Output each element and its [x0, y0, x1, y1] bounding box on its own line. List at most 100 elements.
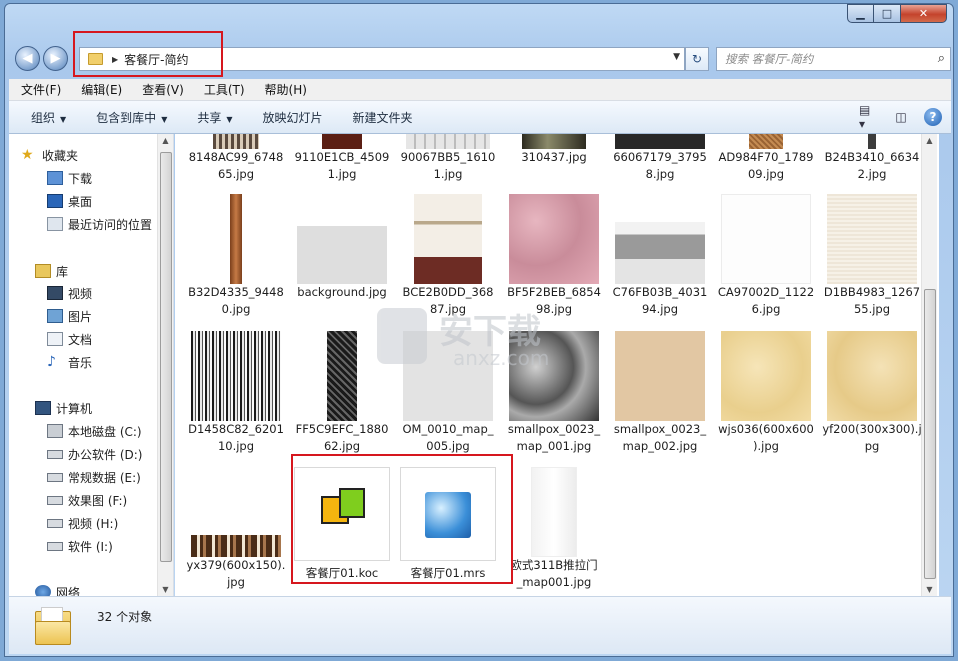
scrollbar-thumb[interactable] — [160, 152, 172, 562]
sidebar-item-documents[interactable]: 文档 — [47, 329, 92, 349]
sidebar-item-drive-d[interactable]: 办公软件 (D:) — [47, 444, 142, 464]
file-item[interactable]: FF5C9EFC_1880 62.jpg — [289, 331, 395, 455]
file-item[interactable]: 客餐厅01.mrs — [395, 467, 501, 582]
file-name: B32D4335_9448 — [188, 285, 284, 299]
file-item[interactable]: 9110E1CB_4509 1.jpg — [289, 134, 395, 183]
menu-help[interactable]: 帮助(H) — [265, 81, 307, 98]
sidebar-item-recent[interactable]: 最近访问的位置 — [47, 214, 152, 234]
file-name: 9110E1CB_4509 — [294, 150, 390, 164]
search-input[interactable]: 搜索 客餐厅-简约 ⌕ — [716, 47, 951, 71]
file-item[interactable]: background.jpg — [289, 194, 395, 301]
file-item[interactable]: yx379(600x150). jpg — [183, 467, 289, 591]
content-scrollbar[interactable]: ▲ ▼ — [921, 134, 937, 596]
file-item[interactable]: BCE2B0DD_368 87.jpg — [395, 194, 501, 318]
scroll-up-icon[interactable]: ▲ — [922, 136, 937, 145]
file-name-ext: jpg — [227, 575, 245, 589]
change-view-icon[interactable]: ▤ ▾ — [859, 103, 879, 131]
maximize-button[interactable]: □ — [874, 4, 901, 23]
scrollbar-thumb[interactable] — [924, 289, 936, 579]
koc-file-icon-accent — [339, 488, 365, 518]
file-item[interactable]: B32D4335_9448 0.jpg — [183, 194, 289, 318]
item-count: 32 个对象 — [97, 610, 153, 624]
file-name-ext: 65.jpg — [217, 167, 255, 181]
file-item[interactable]: B24B3410_6634 2.jpg — [819, 134, 925, 183]
explorer-window: ▁ □ ✕ ◀ ▶ ▶ 客餐厅-简约 ▼ ↻ 搜索 客餐厅-简约 ⌕ 文件(F)… — [4, 3, 954, 657]
help-button[interactable]: ? — [923, 107, 943, 127]
new-folder-button[interactable]: 新建文件夹 — [353, 109, 413, 126]
preview-pane-icon[interactable]: ◫ — [891, 107, 911, 127]
slideshow-button[interactable]: 放映幻灯片 — [263, 109, 323, 126]
menu-file[interactable]: 文件(F) — [21, 81, 61, 98]
pictures-icon — [47, 309, 63, 323]
file-name: 8148AC99_6748 — [188, 150, 284, 164]
sidebar-item-drive-c[interactable]: 本地磁盘 (C:) — [47, 421, 142, 441]
file-item[interactable]: 8148AC99_6748 65.jpg — [183, 134, 289, 183]
back-button[interactable]: ◀ — [15, 46, 40, 71]
breadcrumb-current-folder[interactable]: 客餐厅-简约 — [124, 51, 188, 68]
menu-tools[interactable]: 工具(T) — [204, 81, 245, 98]
sidebar-item-drive-f[interactable]: 效果图 (F:) — [47, 490, 127, 510]
file-item[interactable]: 欧式311B推拉门 _map001.jpg — [501, 467, 607, 591]
chevron-down-icon: ▼ — [226, 114, 233, 124]
sidebar-item-pictures[interactable]: 图片 — [47, 306, 92, 326]
sidebar-item-desktop[interactable]: 桌面 — [47, 191, 92, 211]
scroll-up-icon[interactable]: ▲ — [158, 136, 173, 145]
file-item[interactable]: OM_0010_map_ 005.jpg — [395, 331, 501, 455]
file-item[interactable]: 90067BB5_1610 1.jpg — [395, 134, 501, 183]
sidebar-network[interactable]: 网络 — [35, 582, 80, 596]
file-item[interactable]: smallpox_0023_ map_001.jpg — [501, 331, 607, 455]
drive-icon — [47, 472, 63, 482]
minimize-button[interactable]: ▁ — [847, 4, 874, 23]
close-button[interactable]: ✕ — [901, 4, 947, 23]
forward-button[interactable]: ▶ — [43, 46, 68, 71]
menu-view[interactable]: 查看(V) — [142, 81, 184, 98]
address-bar[interactable]: ▶ 客餐厅-简约 ▼ — [79, 47, 685, 71]
file-item[interactable]: yf200(300x300).j pg — [819, 331, 925, 455]
search-icon[interactable]: ⌕ — [938, 51, 945, 66]
menu-edit[interactable]: 编辑(E) — [81, 81, 122, 98]
file-item[interactable]: 310437.jpg — [501, 134, 607, 166]
scroll-down-icon[interactable]: ▼ — [158, 585, 173, 594]
file-item[interactable]: D1458C82_6201 10.jpg — [183, 331, 289, 455]
file-name: BF5F2BEB_6854 — [507, 285, 601, 299]
file-item[interactable]: AD984F70_1789 09.jpg — [713, 134, 819, 183]
organize-button[interactable]: 组织 ▼ — [31, 109, 66, 126]
file-item[interactable]: 客餐厅01.koc — [289, 467, 395, 582]
refresh-button[interactable]: ↻ — [685, 47, 709, 71]
file-name-ext: 8.jpg — [645, 167, 675, 181]
file-name: background.jpg — [297, 285, 387, 299]
thumbnail — [615, 222, 705, 284]
file-name: yf200(300x300).j — [822, 422, 922, 436]
breadcrumb-separator-icon[interactable]: ▶ — [112, 55, 118, 64]
sidebar-item-videos[interactable]: 视频 — [47, 283, 92, 303]
drive-icon — [47, 518, 63, 528]
include-in-library-button[interactable]: 包含到库中 ▼ — [96, 109, 167, 126]
sidebar-favorites[interactable]: ★ 收藏夹 — [21, 145, 78, 165]
sidebar-computer[interactable]: 计算机 — [35, 398, 92, 418]
share-button[interactable]: 共享 ▼ — [197, 109, 232, 126]
file-item[interactable]: D1BB4983_1267 55.jpg — [819, 194, 925, 318]
sidebar-item-downloads[interactable]: 下载 — [47, 168, 92, 188]
sidebar-item-drive-h[interactable]: 视频 (H:) — [47, 513, 118, 533]
file-item[interactable]: BF5F2BEB_6854 98.jpg — [501, 194, 607, 318]
scroll-down-icon[interactable]: ▼ — [922, 585, 937, 594]
menu-bar: 文件(F) 编辑(E) 查看(V) 工具(T) 帮助(H) — [9, 79, 951, 101]
sidebar-item-drive-i[interactable]: 软件 (I:) — [47, 536, 113, 556]
file-name: smallpox_0023_ — [507, 422, 601, 436]
file-item[interactable]: smallpox_0023_ map_002.jpg — [607, 331, 713, 455]
sidebar-item-music[interactable]: ♪ 音乐 — [47, 352, 92, 372]
file-item[interactable]: CA97002D_1122 6.jpg — [713, 194, 819, 318]
file-name: B24B3410_6634 — [824, 150, 920, 164]
navigation-scrollbar[interactable]: ▲ ▼ — [157, 134, 173, 596]
sidebar-libraries[interactable]: 库 — [35, 261, 68, 281]
file-item[interactable]: C76FB03B_4031 94.jpg — [607, 194, 713, 318]
file-name-ext: 1.jpg — [327, 167, 357, 181]
desktop-icon — [47, 194, 63, 208]
sidebar-item-drive-e[interactable]: 常规数据 (E:) — [47, 467, 141, 487]
file-name: D1458C82_6201 — [188, 422, 284, 436]
address-dropdown-icon[interactable]: ▼ — [673, 52, 680, 62]
file-item[interactable]: wjs036(600x600 ).jpg — [713, 331, 819, 455]
caption-buttons: ▁ □ ✕ — [847, 4, 947, 23]
file-item[interactable]: 66067179_3795 8.jpg — [607, 134, 713, 183]
file-name: OM_0010_map_ — [402, 422, 494, 436]
